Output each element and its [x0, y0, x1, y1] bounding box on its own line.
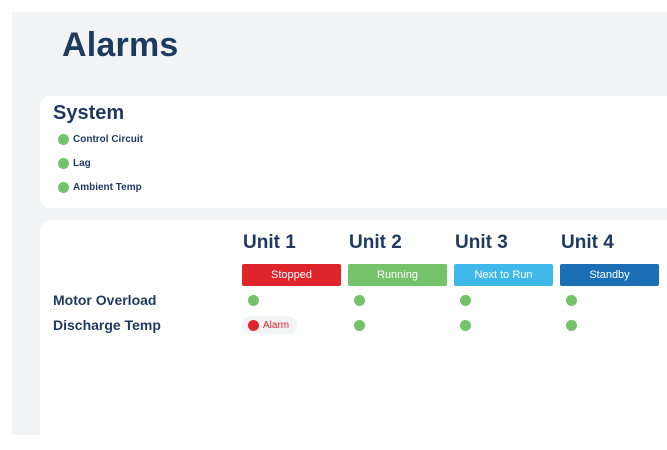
- alarm-label: Alarm: [263, 319, 290, 331]
- alarm-badge: Alarm: [242, 316, 298, 334]
- system-item-lag: Lag: [58, 158, 91, 169]
- system-item-control-circuit: Control Circuit: [58, 134, 143, 145]
- status-alarm-icon: [248, 319, 259, 331]
- page-title: Alarms: [62, 26, 179, 64]
- unit-2-status-badge: Running: [348, 264, 447, 286]
- unit-4-status-badge: Standby: [560, 264, 659, 286]
- status-ok-icon: [58, 134, 69, 145]
- system-item-ambient-temp: Ambient Temp: [58, 182, 142, 193]
- row-label-motor-overload: Motor Overload: [53, 292, 157, 308]
- unit-3-title: Unit 3: [455, 232, 508, 253]
- system-item-label: Control Circuit: [73, 134, 143, 145]
- status-ok-icon: [58, 158, 69, 169]
- status-ok-icon: [460, 320, 471, 331]
- status-ok-icon: [460, 295, 471, 306]
- unit-1-title: Unit 1: [243, 232, 296, 253]
- status-ok-icon: [354, 320, 365, 331]
- status-ok-icon: [354, 295, 365, 306]
- unit-3-status-badge: Next to Run: [454, 264, 553, 286]
- row-label-discharge-temp: Discharge Temp: [53, 317, 161, 333]
- system-title: System: [53, 102, 125, 124]
- system-card: System Control Circuit Lag Ambient Temp: [40, 96, 667, 208]
- system-item-label: Lag: [73, 158, 91, 169]
- unit-1-status-badge: Stopped: [242, 264, 341, 286]
- status-ok-icon: [566, 320, 577, 331]
- units-card: Unit 1 Unit 2 Unit 3 Unit 4 Stopped Runn…: [40, 220, 667, 450]
- unit-4-title: Unit 4: [561, 232, 614, 253]
- system-item-label: Ambient Temp: [73, 182, 142, 193]
- unit-2-title: Unit 2: [349, 232, 402, 253]
- status-ok-icon: [58, 182, 69, 193]
- status-ok-icon: [566, 295, 577, 306]
- status-ok-icon: [248, 295, 259, 306]
